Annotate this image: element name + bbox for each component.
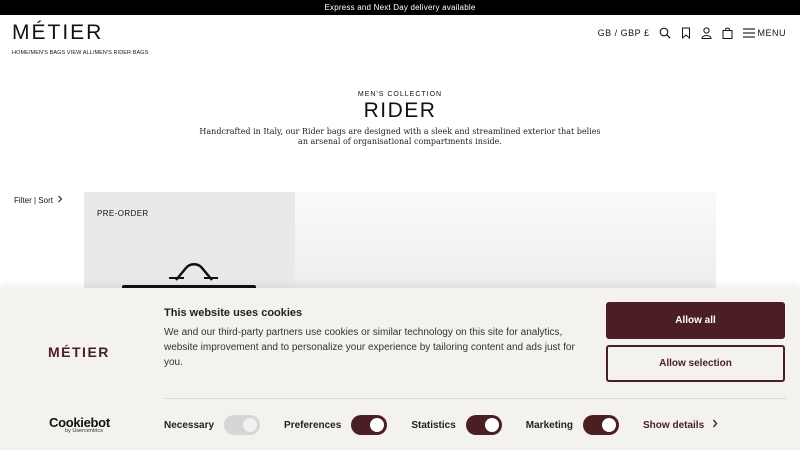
toggle-preferences[interactable] [351,415,388,435]
breadcrumb-mens-bags[interactable]: MEN'S BAGS VIEW ALL [31,50,93,56]
collection-intro: MEN'S COLLECTION RIDER Handcrafted in It… [0,91,800,147]
filter-sort-button[interactable]: Filter | Sort [14,195,63,205]
allow-selection-button[interactable]: Allow selection [606,345,785,382]
page-title: RIDER [363,99,437,122]
toggle-statistics[interactable] [465,415,502,435]
locale-selector[interactable]: GB / GBP £ [598,28,650,38]
breadcrumb-home[interactable]: HOME [12,50,29,56]
toggle-label: Preferences [284,419,342,431]
filter-sort-label: Filter | Sort [14,195,53,205]
header-actions: GB / GBP £ MENU [598,27,786,39]
toggle-label: Marketing [525,419,574,431]
collection-kicker: MEN'S COLLECTION [357,91,443,98]
cookie-description: We and our third-party partners use cook… [164,327,575,368]
toggle-necessary[interactable] [224,415,261,435]
toggle-marketing-group: Marketing [525,415,620,435]
site-header: MÉTIER HOME/MEN'S BAGS VIEW ALL/MEN'S RI… [0,15,800,60]
show-details-link[interactable]: Show details [643,419,718,431]
breadcrumb-rider-bags[interactable]: MEN'S RIDER BAGS [94,50,148,56]
cookie-brand-logo: MÉTIER [48,344,110,360]
show-details-label: Show details [643,419,705,431]
chevron-right-icon [57,195,63,205]
toggle-preferences-group: Preferences [284,415,388,435]
pre-order-badge: PRE-ORDER [97,209,149,218]
toggle-statistics-group: Statistics [411,415,502,435]
collection-description: Handcrafted in Italy, our Rider bags are… [199,127,601,146]
cookie-divider [164,398,786,399]
toggle-marketing[interactable] [583,415,620,435]
toggle-label: Statistics [411,419,456,431]
cookie-title: This website uses cookies [164,307,303,319]
toggle-label: Necessary [164,419,215,431]
cookie-banner: MÉTIER This website uses cookies We and … [0,288,800,450]
product-image-panel [295,192,716,292]
hamburger-icon [742,27,755,39]
cookiebot-logo: Cookiebot by Usercentrics [49,415,110,434]
bookmark-icon[interactable] [680,27,692,39]
product-card[interactable]: PRE-ORDER [84,192,295,292]
menu-label: MENU [757,28,786,38]
user-icon[interactable] [701,27,713,39]
site-logo[interactable]: MÉTIER [12,21,103,45]
search-icon[interactable] [659,27,671,39]
bag-icon[interactable] [722,27,734,39]
cookie-consent-toggles: Necessary Preferences Statistics Marketi… [164,415,718,435]
allow-all-button[interactable]: Allow all [606,302,785,339]
chevron-right-icon [712,419,718,431]
delivery-banner: Express and Next Day delivery available [0,0,800,15]
toggle-necessary-group: Necessary [164,415,261,435]
menu-button[interactable]: MENU [742,27,787,39]
breadcrumb: HOME/MEN'S BAGS VIEW ALL/MEN'S RIDER BAG… [12,50,148,56]
